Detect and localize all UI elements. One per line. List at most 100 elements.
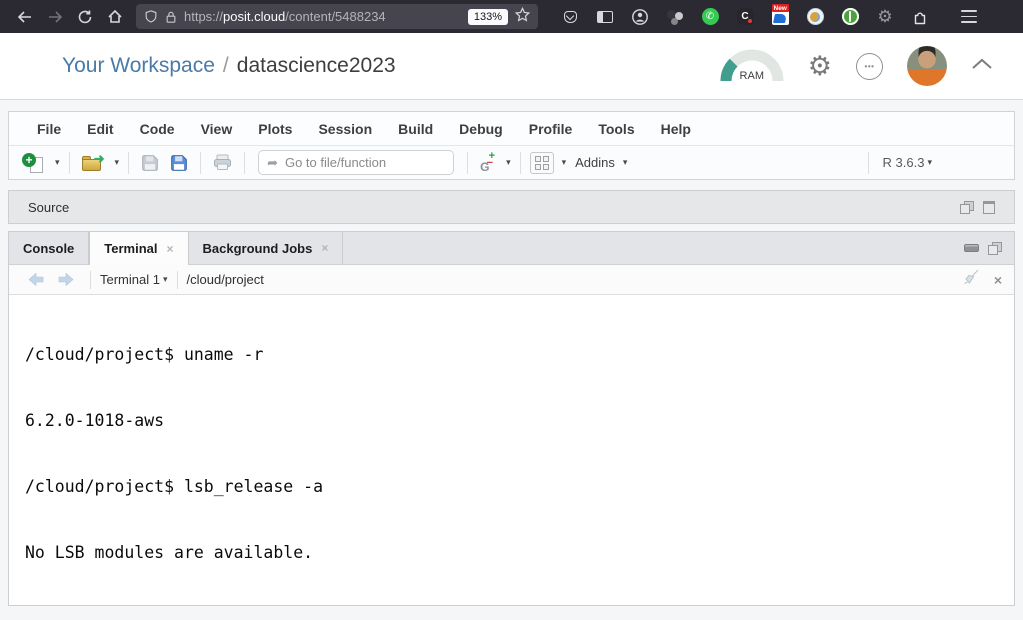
source-pane-title: Source bbox=[28, 200, 69, 215]
terminal-toolbar: Terminal 1 ▾ /cloud/project × bbox=[9, 265, 1014, 295]
extensions-puzzle-icon[interactable] bbox=[910, 7, 930, 27]
url-domain: posit.cloud bbox=[223, 9, 285, 24]
terminal-line: /cloud/project$ lsb_release -a bbox=[25, 476, 1014, 498]
save-button[interactable] bbox=[138, 152, 162, 174]
menu-item-file[interactable]: File bbox=[24, 121, 74, 137]
rstudio-app: File Edit Code View Plots Session Build … bbox=[0, 100, 1023, 606]
tab-console[interactable]: Console bbox=[9, 232, 89, 264]
ram-gauge-label: RAM bbox=[740, 70, 764, 82]
menu-item-view[interactable]: View bbox=[188, 121, 246, 137]
breadcrumb: Your Workspace / datascience2023 bbox=[62, 54, 396, 78]
save-all-button[interactable] bbox=[167, 152, 191, 174]
source-maximize-icon[interactable] bbox=[983, 201, 995, 214]
menu-item-plots[interactable]: Plots bbox=[245, 121, 305, 137]
console-minimize-icon[interactable] bbox=[964, 244, 979, 252]
tab-terminal-close-icon[interactable]: × bbox=[167, 242, 174, 256]
whatsapp-icon[interactable]: ✆ bbox=[700, 7, 720, 27]
reload-icon[interactable] bbox=[70, 4, 100, 30]
tab-terminal[interactable]: Terminal× bbox=[89, 232, 188, 265]
source-restore-icon[interactable] bbox=[960, 201, 974, 214]
addins-button[interactable]: Addins bbox=[575, 155, 615, 170]
screen: https://posit.cloud/content/5488234 133%… bbox=[0, 0, 1023, 620]
breadcrumb-separator: / bbox=[223, 54, 229, 77]
lock-icon[interactable] bbox=[165, 10, 177, 24]
url-bar[interactable]: https://posit.cloud/content/5488234 133% bbox=[136, 4, 538, 29]
r-version-caret-icon[interactable]: ▾ bbox=[927, 157, 932, 168]
workspace-panes-button[interactable] bbox=[530, 152, 554, 174]
r-version-selector[interactable]: R 3.6.3 bbox=[883, 155, 925, 170]
menu-item-help[interactable]: Help bbox=[648, 121, 704, 137]
url-path: /content/5488234 bbox=[285, 9, 385, 24]
menu-item-code[interactable]: Code bbox=[127, 121, 188, 137]
menu-item-session[interactable]: Session bbox=[305, 121, 385, 137]
blue-swoosh bbox=[773, 14, 787, 23]
new-badge-extension-icon[interactable]: New bbox=[770, 7, 790, 27]
extension-icons: ✆ C New ⚙ bbox=[560, 7, 977, 27]
version-control-button[interactable]: +−G bbox=[477, 151, 498, 174]
browser-toolbar: https://posit.cloud/content/5488234 133%… bbox=[0, 0, 1023, 33]
breadcrumb-project-name: datascience2023 bbox=[237, 54, 396, 77]
new-file-caret-icon[interactable]: ▾ bbox=[55, 157, 60, 168]
menu-item-debug[interactable]: Debug bbox=[446, 121, 516, 137]
menu-item-tools[interactable]: Tools bbox=[585, 121, 647, 137]
chevron-up-icon[interactable] bbox=[971, 57, 993, 75]
console-tab-bar: Console Terminal× Background Jobs× bbox=[9, 232, 1014, 265]
goto-file-function-box[interactable]: ➦ bbox=[258, 150, 454, 175]
url-scheme: https:// bbox=[184, 9, 223, 24]
bookmark-star-icon[interactable] bbox=[515, 7, 530, 27]
menu-hamburger-icon[interactable] bbox=[961, 10, 977, 22]
menu-item-build[interactable]: Build bbox=[385, 121, 446, 137]
account-icon[interactable] bbox=[630, 7, 650, 27]
tab-background-jobs[interactable]: Background Jobs× bbox=[189, 232, 344, 264]
main-toolbar: + ▾ ➜ ▾ bbox=[9, 145, 1014, 179]
green-extension-icon[interactable] bbox=[840, 7, 860, 27]
menu-item-profile[interactable]: Profile bbox=[516, 121, 586, 137]
terminal-working-directory: /cloud/project bbox=[187, 272, 264, 287]
settings-gear-icon[interactable]: ⚙ bbox=[808, 53, 832, 80]
close-terminal-pane-icon[interactable]: × bbox=[994, 273, 1002, 287]
terminal-back-icon[interactable] bbox=[28, 273, 44, 286]
sidebar-icon[interactable] bbox=[595, 7, 615, 27]
folder-arrow-icon: ➜ bbox=[94, 152, 105, 165]
workspace-panes-caret-icon[interactable]: ▾ bbox=[562, 157, 567, 168]
terminal-forward-icon[interactable] bbox=[58, 273, 74, 286]
new-badge: New bbox=[772, 4, 789, 12]
zoom-level-badge[interactable]: 133% bbox=[468, 9, 508, 25]
terminal-selector[interactable]: Terminal 1 bbox=[100, 272, 160, 287]
url-text: https://posit.cloud/content/5488234 bbox=[184, 9, 461, 24]
spheres-icon[interactable] bbox=[665, 7, 685, 27]
shield-icon[interactable] bbox=[144, 9, 158, 24]
terminal-line: No LSB modules are available. bbox=[25, 542, 1014, 564]
console-restore-icon[interactable] bbox=[988, 242, 1002, 255]
menu-item-edit[interactable]: Edit bbox=[74, 121, 126, 137]
forward-icon[interactable] bbox=[40, 4, 70, 30]
settings-gear-icon[interactable]: ⚙ bbox=[875, 7, 895, 27]
coin-extension-icon[interactable] bbox=[805, 7, 825, 27]
clear-terminal-icon[interactable] bbox=[962, 269, 980, 290]
source-pane-header: Source bbox=[8, 190, 1015, 224]
new-file-button[interactable]: + bbox=[19, 151, 47, 175]
terminal-line: 6.2.0-1018-aws bbox=[25, 410, 1014, 432]
posit-header: Your Workspace / datascience2023 RAM ⚙ ••• bbox=[0, 33, 1023, 100]
goto-file-function-input[interactable] bbox=[285, 155, 461, 170]
menu-bar: File Edit Code View Plots Session Build … bbox=[9, 112, 1014, 145]
version-control-caret-icon[interactable]: ▾ bbox=[506, 157, 511, 168]
addins-caret-icon[interactable]: ▾ bbox=[623, 157, 628, 168]
home-icon[interactable] bbox=[100, 4, 130, 30]
ram-gauge: RAM bbox=[720, 49, 784, 83]
terminal-line: /cloud/project$ uname -r bbox=[25, 344, 1014, 366]
pocket-icon[interactable] bbox=[560, 7, 580, 27]
print-button[interactable] bbox=[210, 152, 235, 173]
back-icon[interactable] bbox=[10, 4, 40, 30]
c-app-icon[interactable]: C bbox=[735, 7, 755, 27]
open-file-caret-icon[interactable]: ▾ bbox=[115, 157, 120, 168]
notification-dot bbox=[747, 18, 753, 24]
breadcrumb-workspace-link[interactable]: Your Workspace bbox=[62, 54, 215, 77]
avatar[interactable] bbox=[907, 46, 947, 86]
tab-background-jobs-close-icon[interactable]: × bbox=[321, 241, 328, 255]
menu-toolbar-panel: File Edit Code View Plots Session Build … bbox=[8, 111, 1015, 180]
terminal-selector-caret-icon[interactable]: ▾ bbox=[163, 274, 168, 285]
open-file-button[interactable]: ➜ bbox=[79, 152, 107, 173]
terminal-output[interactable]: /cloud/project$ uname -r 6.2.0-1018-aws … bbox=[9, 295, 1014, 605]
more-options-icon[interactable]: ••• bbox=[856, 53, 883, 80]
